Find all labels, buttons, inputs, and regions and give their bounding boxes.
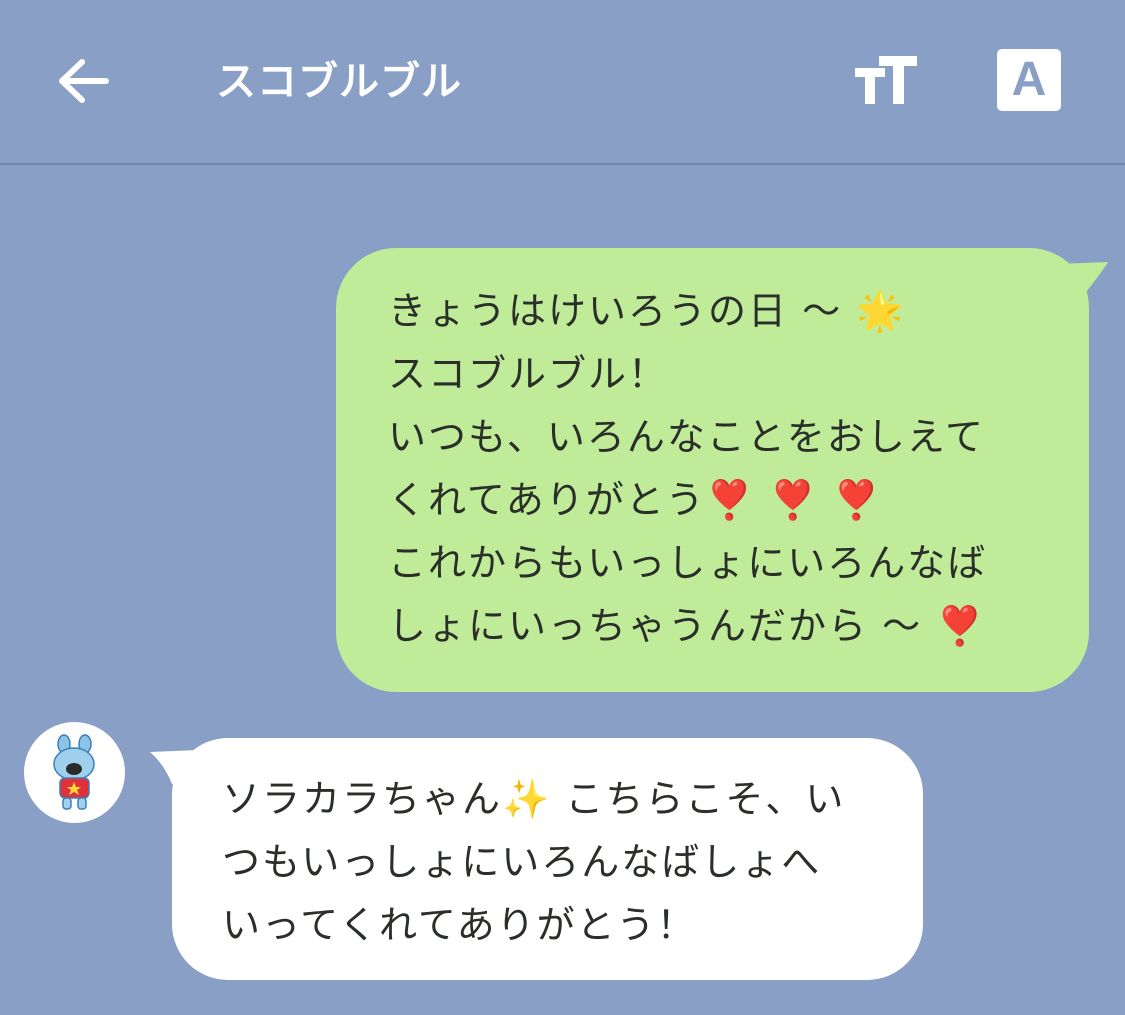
incoming-message-text: ソラカラちゃん✨ こちらこそ、い つもいっしょにいろんなばしょへ いってくれてあ… <box>222 777 846 947</box>
bulldog-avatar-icon <box>53 734 95 810</box>
chat-title: スコブルブル <box>216 59 462 105</box>
text-size-icon <box>855 56 917 104</box>
contact-avatar[interactable] <box>24 722 125 823</box>
outgoing-message-bubble[interactable]: きょうはけいろうの日 〜 🌟 スコブルブル！ いつも、いろんなことをおしえて く… <box>336 248 1089 692</box>
translate-button[interactable]: A <box>997 49 1061 111</box>
outgoing-message-text: きょうはけいろうの日 〜 🌟 スコブルブル！ いつも、いろんなことをおしえて く… <box>388 289 988 648</box>
back-button[interactable] <box>52 52 116 110</box>
chat-header: スコブルブル A <box>0 0 1125 165</box>
incoming-message-bubble[interactable]: ソラカラちゃん✨ こちらこそ、い つもいっしょにいろんなばしょへ いってくれてあ… <box>172 738 923 980</box>
font-size-button[interactable] <box>853 52 919 108</box>
arrow-left-icon <box>59 59 109 103</box>
